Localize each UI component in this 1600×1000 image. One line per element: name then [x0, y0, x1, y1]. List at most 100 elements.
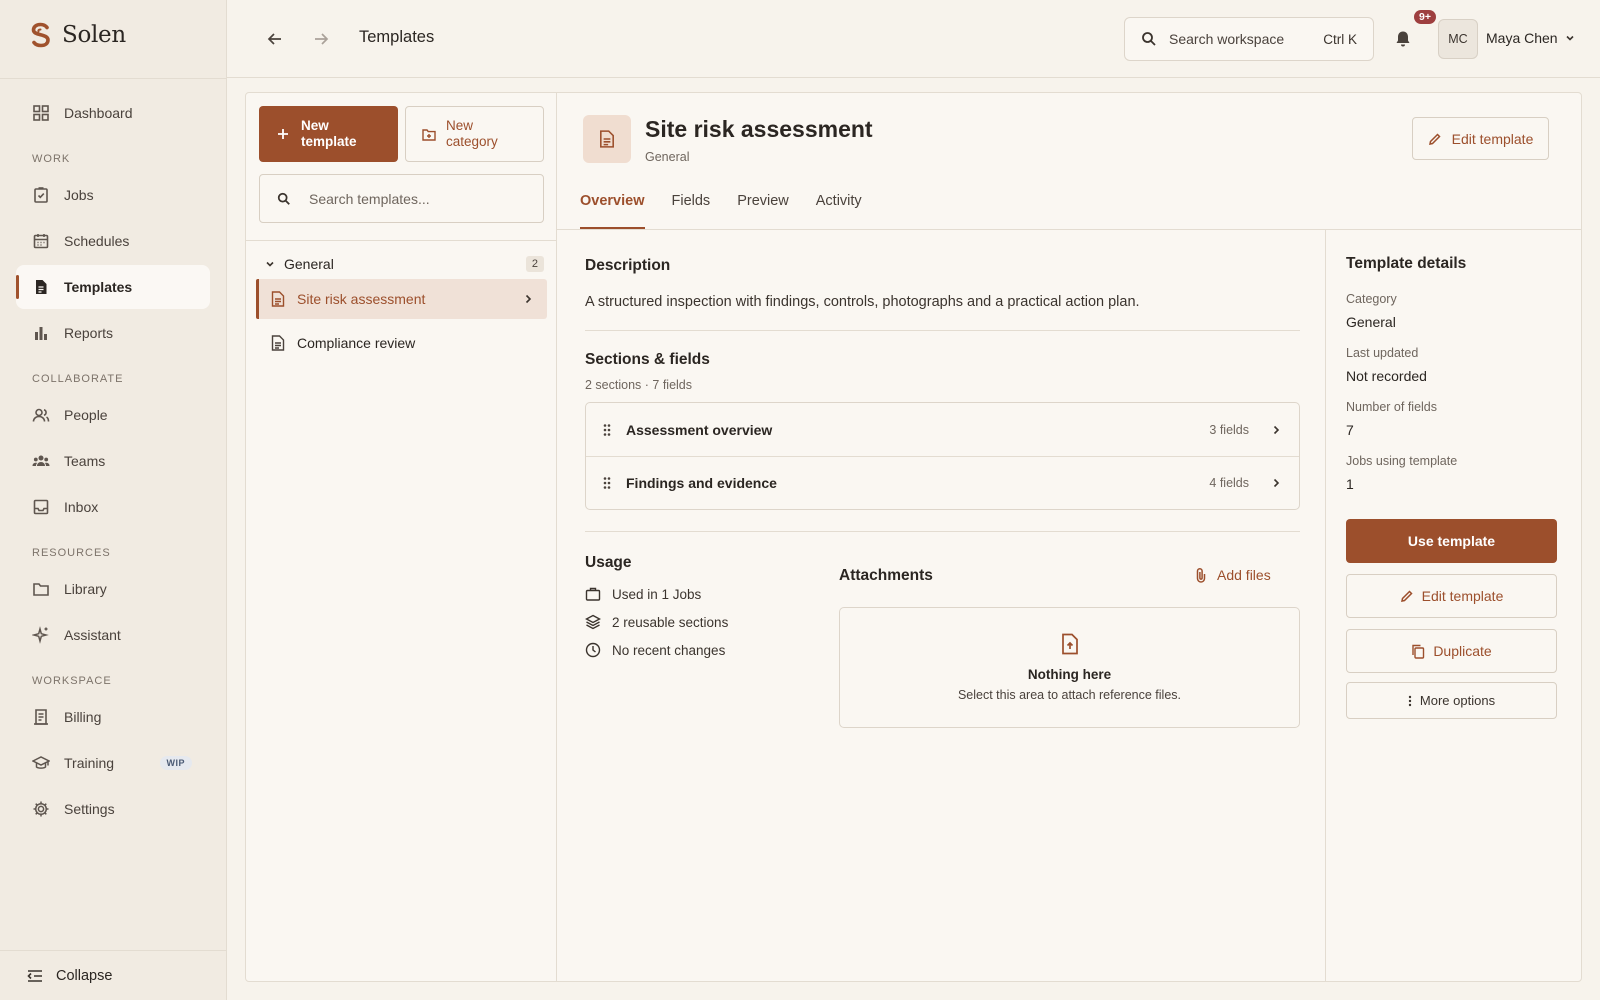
kebab-icon — [1408, 695, 1412, 707]
detail-value-number-of-fields: 7 — [1346, 422, 1354, 438]
sidebar-item-templates[interactable]: Templates — [16, 265, 210, 309]
sidebar-item-library[interactable]: Library — [16, 567, 210, 611]
drag-handle-icon[interactable] — [602, 423, 612, 437]
template-search-input[interactable]: Search templates... — [259, 174, 544, 223]
people-icon — [32, 406, 50, 424]
top-bar: Templates Search workspace Ctrl K 9+ MC … — [227, 0, 1600, 78]
sidebar-item-reports[interactable]: Reports — [16, 311, 210, 355]
detail-label-jobs-using: Jobs using template — [1346, 454, 1458, 468]
edit-template-label: Edit template — [1451, 130, 1534, 147]
nav-section-work: WORK — [32, 153, 71, 165]
detail-label-number-of-fields: Number of fields — [1346, 400, 1438, 414]
sidebar-item-training[interactable]: Training WIP — [16, 741, 210, 785]
sidebar-item-schedules[interactable]: Schedules — [16, 219, 210, 263]
avatar[interactable]: MC — [1438, 19, 1478, 59]
paperclip-icon — [1195, 567, 1207, 583]
sidebar-item-label: Billing — [64, 709, 102, 725]
add-files-label: Add files — [1217, 567, 1271, 583]
document-icon — [271, 291, 285, 307]
empty-title: Nothing here — [1027, 667, 1112, 682]
attachments-heading: Attachments — [839, 567, 933, 584]
section-field-count: 3 fields — [1209, 422, 1249, 437]
list-divider — [246, 240, 557, 241]
sections-meta: 2 sections · 7 fields — [585, 378, 692, 392]
section-row-assessment-overview[interactable]: Assessment overview 3 fields — [586, 403, 1299, 456]
template-item-site-risk-assessment[interactable]: Site risk assessment — [256, 279, 547, 319]
sidebar-item-billing[interactable]: Billing — [16, 695, 210, 739]
divider — [585, 330, 1300, 331]
chevron-right-icon — [1271, 425, 1281, 435]
sidebar-item-label: Library — [64, 581, 107, 597]
sidebar-item-people[interactable]: People — [16, 393, 210, 437]
usage-item: 2 reusable sections — [585, 614, 728, 630]
search-icon — [1141, 31, 1157, 47]
add-files-button[interactable]: Add files — [1195, 567, 1271, 583]
tab-preview[interactable]: Preview — [737, 193, 789, 229]
gear-icon — [32, 800, 50, 818]
tab-overview[interactable]: Overview — [580, 193, 645, 229]
chevron-right-icon — [1271, 478, 1281, 488]
template-item-compliance-review[interactable]: Compliance review — [256, 323, 547, 363]
edit-template-button[interactable]: Edit template — [1412, 117, 1549, 160]
section-row-findings-and-evidence[interactable]: Findings and evidence 4 fields — [586, 456, 1299, 509]
more-options-button[interactable]: More options — [1346, 682, 1557, 719]
back-arrow-icon[interactable] — [265, 29, 285, 49]
sections-list: Assessment overview 3 fields Findings an… — [585, 402, 1300, 510]
collapse-button[interactable]: Collapse — [0, 950, 227, 1000]
collapse-icon — [26, 968, 44, 984]
bar-chart-icon — [32, 324, 50, 342]
brand-name: Solen — [62, 22, 126, 48]
solen-logo-icon — [30, 22, 52, 48]
sidebar-item-assistant[interactable]: Assistant — [16, 613, 210, 657]
workspace-search-placeholder: Search workspace — [1169, 31, 1285, 47]
tab-activity[interactable]: Activity — [816, 193, 862, 229]
chevron-down-icon — [1564, 32, 1576, 44]
user-name: Maya Chen — [1486, 30, 1558, 46]
usage-item: No recent changes — [585, 642, 725, 658]
duplicate-button[interactable]: Duplicate — [1346, 629, 1557, 673]
user-menu[interactable]: Maya Chen — [1486, 30, 1576, 46]
usage-text: 2 reusable sections — [612, 614, 729, 630]
folder-icon — [32, 580, 50, 598]
collapse-label: Collapse — [56, 967, 113, 984]
use-template-button[interactable]: Use template — [1346, 519, 1557, 563]
brand[interactable]: Solen — [30, 22, 126, 48]
sidebar-item-teams[interactable]: Teams — [16, 439, 210, 483]
teams-icon — [32, 452, 50, 470]
document-icon — [271, 335, 285, 351]
sidebar-item-dashboard[interactable]: Dashboard — [16, 91, 210, 135]
brand-divider — [0, 78, 227, 79]
bell-icon[interactable] — [1394, 30, 1412, 48]
usage-text: Used in 1 Jobs — [612, 586, 702, 602]
clock-icon — [585, 642, 601, 658]
pencil-icon — [1400, 589, 1414, 603]
detail-value-category: General — [1346, 314, 1396, 330]
sidebar-item-label: Templates — [64, 279, 133, 295]
new-template-label: New template — [301, 118, 357, 149]
section-name: Assessment overview — [626, 421, 773, 438]
templates-panel: New template New category Search templat… — [245, 92, 1582, 982]
edit-template-side-button[interactable]: Edit template — [1346, 574, 1557, 618]
sparkle-icon — [32, 626, 50, 644]
sections-heading: Sections & fields — [585, 351, 710, 368]
drag-handle-icon[interactable] — [602, 476, 612, 490]
nav-section-collaborate: COLLABORATE — [32, 373, 124, 385]
sidebar-item-settings[interactable]: Settings — [16, 787, 210, 831]
template-title: Site risk assessment — [645, 116, 873, 142]
clipboard-check-icon — [32, 186, 50, 204]
forward-arrow-icon[interactable] — [311, 29, 331, 49]
wip-badge: WIP — [159, 756, 192, 770]
new-template-button[interactable]: New template — [259, 106, 398, 162]
sidebar-item-inbox[interactable]: Inbox — [16, 485, 210, 529]
section-field-count: 4 fields — [1209, 476, 1249, 490]
sidebar-item-jobs[interactable]: Jobs — [16, 173, 210, 217]
new-category-button[interactable]: New category — [405, 106, 544, 162]
inbox-icon — [32, 498, 50, 516]
divider — [585, 531, 1300, 532]
group-general[interactable]: General 2 — [264, 252, 544, 276]
attachment-dropzone[interactable]: Nothing here Select this area to attach … — [839, 607, 1300, 728]
tab-fields[interactable]: Fields — [672, 193, 711, 229]
notification-badge: 9+ — [1414, 10, 1436, 24]
workspace-search[interactable]: Search workspace Ctrl K — [1124, 17, 1374, 61]
graduation-icon — [32, 754, 50, 772]
